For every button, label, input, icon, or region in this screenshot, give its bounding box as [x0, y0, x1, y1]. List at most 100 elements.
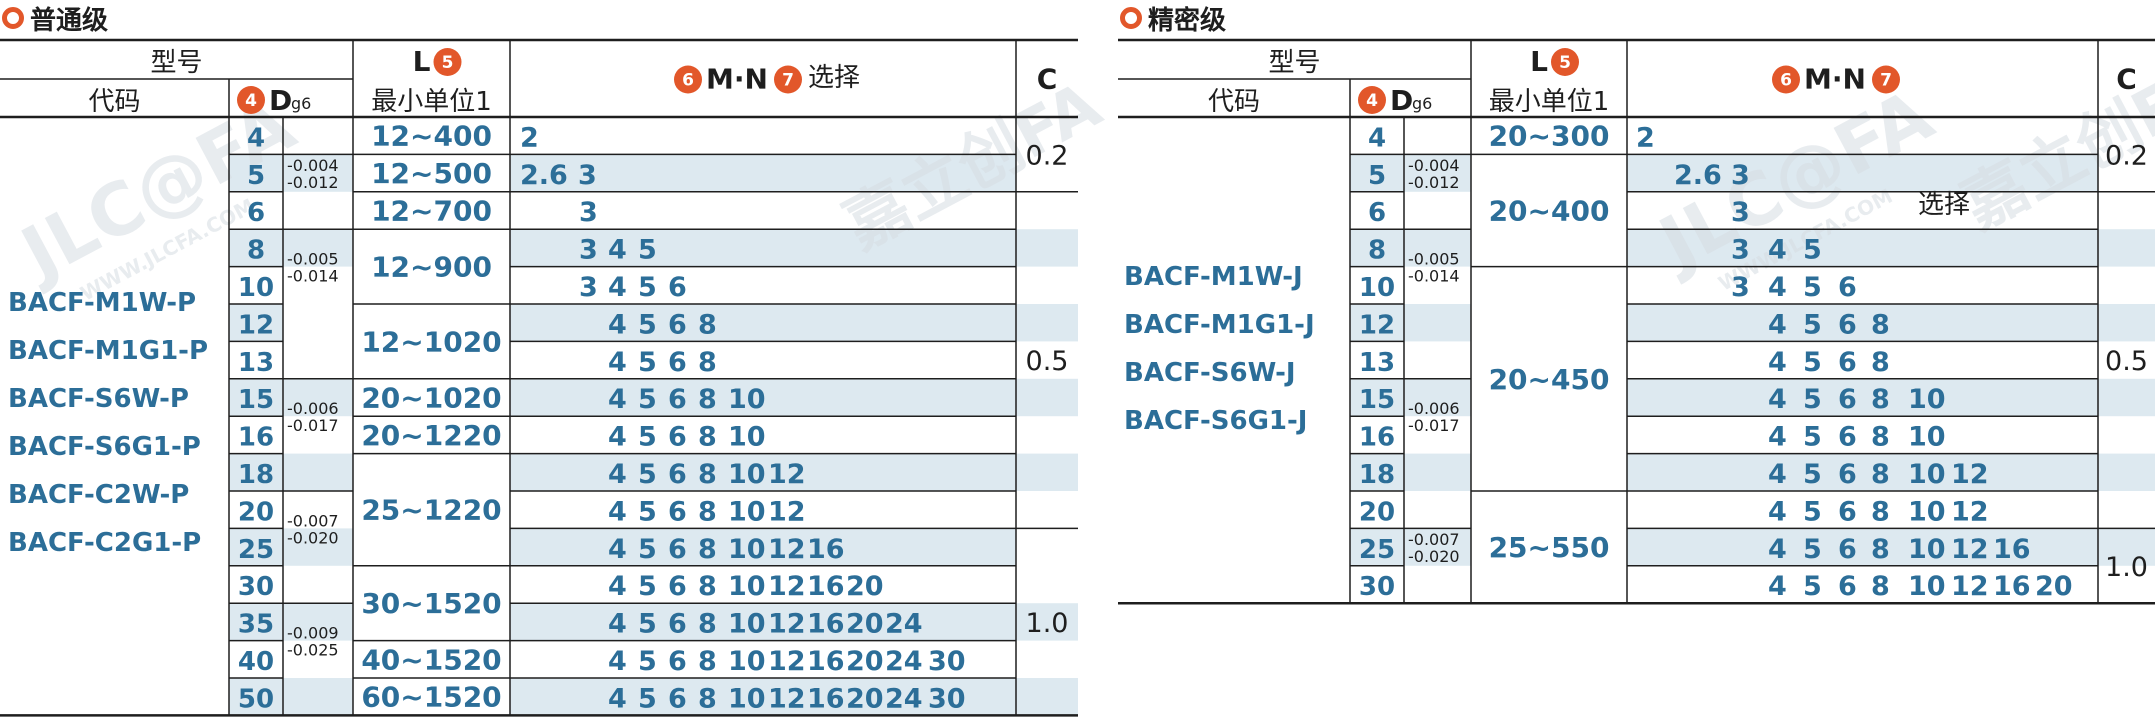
mn-value: 16 — [807, 683, 845, 714]
tolerance-lower: -0.017 — [287, 416, 339, 435]
length-range: 20~1020 — [361, 382, 501, 415]
mn-value: 6 — [668, 422, 687, 453]
mn-value: 4 — [1768, 309, 1787, 340]
diameter-value: 25 — [238, 535, 274, 565]
mn-value: 5 — [638, 609, 657, 640]
number-badge-icon: 5 — [1551, 48, 1579, 76]
row-stripe — [283, 453, 353, 491]
mn-value: 20 — [2035, 571, 2073, 602]
mn-header: M·N — [706, 63, 768, 96]
mn-select-label: 选择 — [808, 63, 860, 93]
diameter-value: 12 — [1359, 310, 1395, 340]
mn-value: 4 — [608, 534, 627, 565]
mn-value: 3 — [578, 160, 597, 191]
c-value: 0.2 — [2105, 140, 2148, 171]
mn-value: 3 — [1731, 235, 1750, 266]
mn-value: 10 — [1908, 496, 1946, 527]
mn-value: 5 — [638, 347, 657, 378]
number-badge-text: 4 — [1366, 91, 1378, 111]
length-range: 20~450 — [1489, 363, 1610, 396]
tolerance-lower: -0.020 — [1408, 547, 1460, 566]
row-stripe — [1016, 678, 1078, 716]
mn-value: 8 — [1871, 571, 1890, 602]
mn-value: 24 — [885, 646, 923, 677]
mn-value: 12 — [1951, 496, 1989, 527]
diameter-tolerance-class: g6 — [291, 94, 311, 113]
mn-value: 8 — [698, 646, 717, 677]
length-min-unit: 最小单位1 — [1489, 87, 1610, 117]
mn-value: 5 — [1803, 496, 1822, 527]
c-value: 0.5 — [2105, 346, 2148, 377]
mn-value: 8 — [698, 384, 717, 415]
length-range: 20~400 — [1489, 195, 1610, 228]
standard-grade-panel: 普通级 JLC@FA WWW.JLCFA.COM 嘉立创FA 型号 代码 4 Dg6 L 5 最小… — [0, 0, 1113, 721]
length-range: 30~1520 — [361, 587, 501, 620]
diameter-value: 4 — [247, 123, 265, 153]
model-code: BACF-M1W-J — [1124, 262, 1303, 292]
mn-value: 4 — [608, 347, 627, 378]
mn-value: 12 — [768, 609, 806, 640]
c-header: C — [1037, 63, 1058, 96]
mn-value: 20 — [846, 683, 884, 714]
mn-value: 6 — [668, 571, 687, 602]
diameter-value: 10 — [238, 273, 274, 303]
mn-value: 10 — [728, 459, 766, 490]
diameter-value: 8 — [1368, 236, 1386, 266]
mn-value: 3 — [1731, 272, 1750, 303]
mn-select-label: 选择 — [1918, 190, 1970, 220]
c-header: C — [2116, 63, 2137, 96]
mn-value: 8 — [698, 609, 717, 640]
model-code: BACF-M1G1-P — [8, 336, 208, 366]
mn-value: 6 — [668, 683, 687, 714]
mn-value: 12 — [768, 571, 806, 602]
mn-value: 12 — [768, 534, 806, 565]
mn-value: 6 — [668, 609, 687, 640]
mn-value: 20 — [846, 646, 884, 677]
mn-value: 4 — [1768, 422, 1787, 453]
mn-value: 8 — [1871, 384, 1890, 415]
number-badge-text: 5 — [1559, 53, 1571, 73]
mn-value: 4 — [608, 309, 627, 340]
row-stripe — [510, 304, 1016, 342]
mn-value: 2 — [1636, 122, 1655, 153]
c-value: 0.5 — [1026, 346, 1069, 377]
mn-value: 6 — [1838, 571, 1857, 602]
mn-value: 6 — [1838, 384, 1857, 415]
mn-value: 8 — [1871, 347, 1890, 378]
length-range: 25~1220 — [361, 494, 501, 527]
mn-value: 6 — [1838, 534, 1857, 565]
mn-value: 5 — [1803, 571, 1822, 602]
diameter-value: 50 — [238, 684, 274, 714]
row-stripe — [1627, 453, 2098, 491]
mn-value: 5 — [638, 272, 657, 303]
mn-value: 4 — [1768, 347, 1787, 378]
model-code: BACF-S6W-P — [8, 384, 189, 414]
mn-value: 5 — [638, 309, 657, 340]
model-code: BACF-M1G1-J — [1124, 310, 1315, 340]
row-stripe — [2098, 453, 2155, 491]
length-header: L — [1530, 45, 1548, 78]
mn-value: 6 — [668, 272, 687, 303]
mn-value: 10 — [1908, 571, 1946, 602]
mn-value: 3 — [1731, 197, 1750, 228]
mn-value: 4 — [608, 272, 627, 303]
mn-value: 10 — [728, 683, 766, 714]
mn-value: 8 — [698, 422, 717, 453]
mn-value: 12 — [768, 459, 806, 490]
number-badge-text: 4 — [245, 91, 257, 111]
row-stripe — [1016, 453, 1078, 491]
mn-value: 6 — [1838, 459, 1857, 490]
tolerance-lower: -0.014 — [1408, 267, 1460, 286]
mn-value: 6 — [668, 309, 687, 340]
mn-value: 4 — [608, 609, 627, 640]
diameter-value: 16 — [1359, 423, 1395, 453]
diameter-value: 5 — [247, 161, 265, 191]
mn-value: 6 — [1838, 422, 1857, 453]
mn-value: 4 — [1768, 571, 1787, 602]
mn-value: 12 — [768, 683, 806, 714]
mn-value: 10 — [728, 534, 766, 565]
mn-value: 30 — [928, 683, 966, 714]
diameter-value: 15 — [238, 385, 274, 415]
mn-value: 5 — [638, 534, 657, 565]
code-header: 代码 — [1208, 87, 1260, 117]
